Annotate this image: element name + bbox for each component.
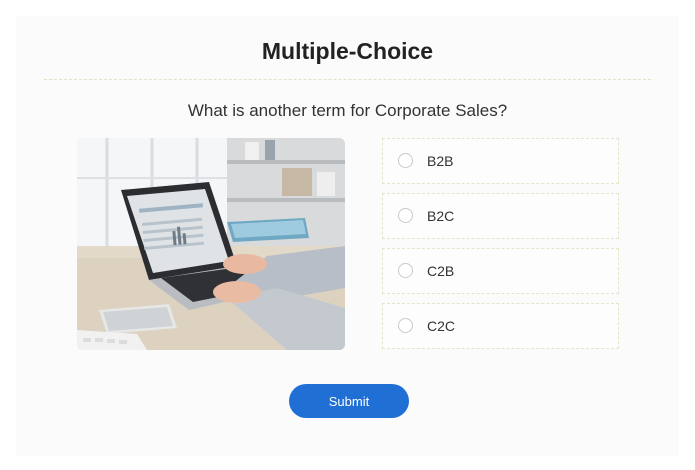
question-text: What is another term for Corporate Sales… xyxy=(187,101,508,120)
answer-option-b2b[interactable]: B2B xyxy=(382,138,619,184)
answer-option-label: C2B xyxy=(427,263,455,279)
quiz-title: Multiple-Choice xyxy=(261,38,434,64)
answer-option-c2b[interactable]: C2B xyxy=(382,248,619,294)
radio-unchecked-icon[interactable] xyxy=(398,153,413,168)
answer-option-label: B2B xyxy=(427,153,454,169)
quiz-card: Multiple-Choice What is another term for… xyxy=(16,16,679,456)
submit-button[interactable]: Submit xyxy=(289,384,409,418)
answer-option-label: B2C xyxy=(427,208,455,224)
radio-unchecked-icon[interactable] xyxy=(398,208,413,223)
radio-unchecked-icon[interactable] xyxy=(398,263,413,278)
answer-option-b2c[interactable]: B2C xyxy=(382,193,619,239)
title-divider xyxy=(44,79,651,80)
answer-option-label: C2C xyxy=(427,318,456,334)
answer-option-c2c[interactable]: C2C xyxy=(382,303,619,349)
question-image xyxy=(77,138,345,350)
radio-unchecked-icon[interactable] xyxy=(398,318,413,333)
